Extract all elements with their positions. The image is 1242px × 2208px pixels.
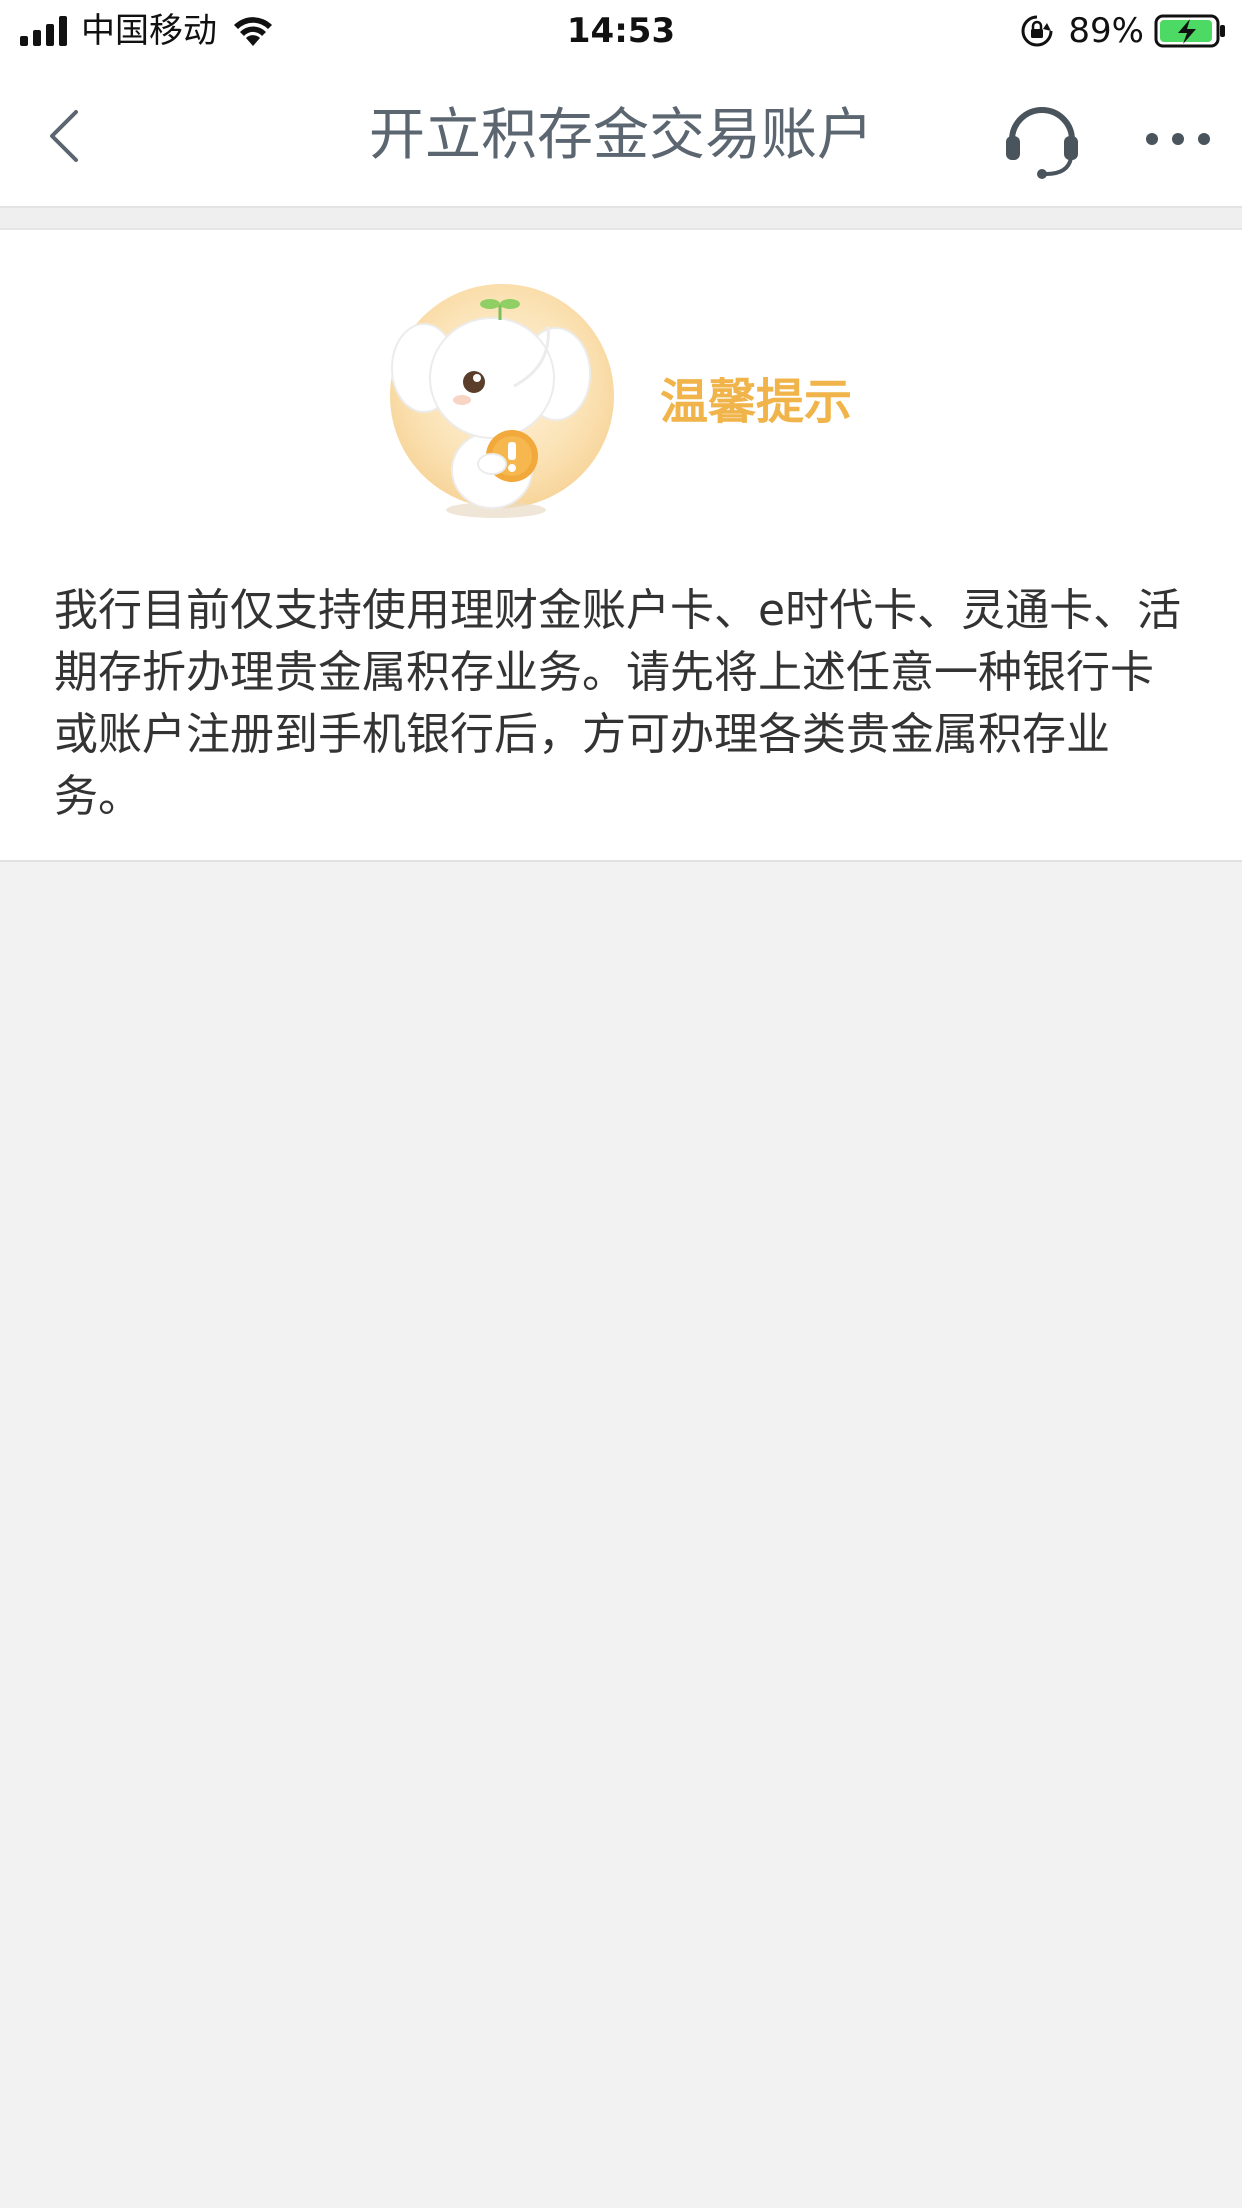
nav-bar: 开立积存金交易账户 xyxy=(0,64,1242,208)
more-dots-icon[interactable] xyxy=(1138,114,1218,164)
rotation-lock-icon xyxy=(1021,15,1053,47)
battery-charging-icon xyxy=(1154,14,1225,48)
notice-body: 我行目前仅支持使用理财金账户卡、e时代卡、灵通卡、活期存折办理贵金属积存业务。请… xyxy=(54,585,1182,822)
notice-title: 温馨提示 xyxy=(660,374,853,430)
status-bar: 中国移动 14:53 89% xyxy=(0,0,1242,64)
headset-icon[interactable] xyxy=(1002,100,1082,180)
elephant-mascot-icon xyxy=(390,284,614,518)
status-right: 89% xyxy=(1020,8,1226,54)
back-arrow-icon[interactable] xyxy=(40,104,90,168)
battery-percent: 89% xyxy=(1068,11,1144,51)
nav-separator xyxy=(0,208,1242,228)
notice-card: 温馨提示 我行目前仅支持使用理财金账户卡、e时代卡、灵通卡、活期存折办理贵金属积… xyxy=(0,228,1242,862)
empty-content-area xyxy=(0,862,1242,2208)
page-title: 开立积存金交易账户 xyxy=(369,103,873,168)
